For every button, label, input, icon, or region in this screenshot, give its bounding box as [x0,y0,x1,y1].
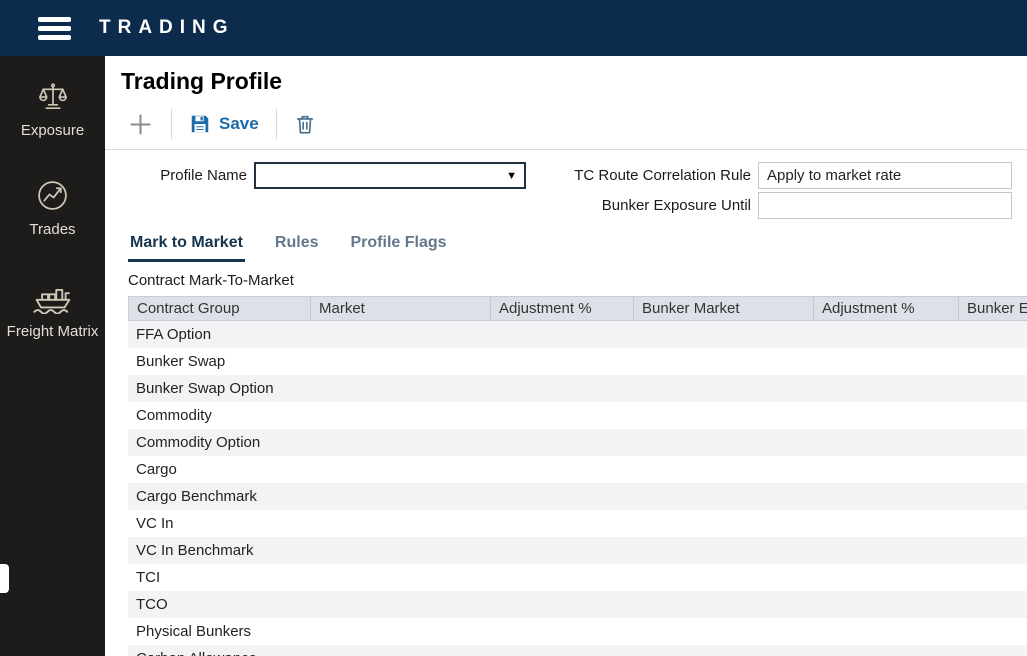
save-button-label: Save [219,114,259,133]
sidebar-item-label: Exposure [20,122,85,139]
tc-route-correlation-input[interactable] [758,162,1012,189]
contract-group-cell: TCI [136,569,161,586]
sidebar-item-freight-matrix[interactable]: Freight Matrix [0,279,105,340]
table-row[interactable]: Commodity [128,402,1027,429]
column-header-bunker-exposure[interactable]: Bunker E [959,297,1027,320]
column-header-bunker-market[interactable]: Bunker Market [634,297,814,320]
chevron-down-icon: ▼ [506,169,517,182]
contract-group-cell: Commodity [136,407,212,424]
column-header-contract-group[interactable]: Contract Group [129,297,311,320]
tab-profile-flags[interactable]: Profile Flags [349,234,449,262]
sidebar: Exposure Trades Freight Matrix [0,56,105,656]
tc-route-correlation-label: TC Route Correlation Rule [574,167,751,184]
table-row[interactable]: Physical Bunkers [128,618,1027,645]
table-row[interactable]: Bunker Swap [128,348,1027,375]
top-bar: TRADING [0,0,1027,56]
column-header-bunker-adjustment-pct[interactable]: Adjustment % [814,297,959,320]
tab-mark-to-market[interactable]: Mark to Market [128,234,245,262]
contract-group-cell: Physical Bunkers [136,623,252,640]
contract-group-cell: FFA Option [136,326,212,343]
contract-group-cell: Cargo Benchmark [136,488,257,505]
table-row[interactable]: Cargo [128,456,1027,483]
contract-group-cell: Commodity Option [136,434,261,451]
sidebar-item-label: Freight Matrix [6,322,99,340]
contract-group-cell: Cargo [136,461,177,478]
contract-group-cell: VC In Benchmark [136,542,254,559]
tab-rules[interactable]: Rules [273,234,321,262]
toolbar-divider [171,109,172,139]
column-header-adjustment-pct[interactable]: Adjustment % [491,297,634,320]
table-row[interactable]: FFA Option [128,321,1027,348]
contract-group-cell: Carbon Allowance [136,650,257,656]
plus-icon [130,113,151,135]
column-header-market[interactable]: Market [311,297,491,320]
table-row[interactable]: Commodity Option [128,429,1027,456]
add-button[interactable] [125,109,156,140]
section-title: Contract Mark-To-Market [128,272,294,289]
contract-group-cell: TCO [136,596,168,613]
sidebar-item-trades[interactable]: Trades [0,179,105,238]
contract-group-cell: VC In [136,515,174,532]
contract-group-cell: Bunker Swap Option [136,380,274,397]
table-row[interactable]: TCO [128,591,1027,618]
table-header-row: Contract Group Market Adjustment % Bunke… [128,296,1027,321]
app-title: TRADING [99,17,235,38]
delete-button[interactable] [292,110,318,138]
trash-icon [296,115,313,134]
page-title: Trading Profile [121,68,283,94]
sidebar-collapse-handle[interactable] [0,564,9,593]
ship-icon [32,288,70,314]
hamburger-menu-icon[interactable] [38,13,71,44]
contract-mtm-table: Contract Group Market Adjustment % Bunke… [128,296,1027,656]
bunker-exposure-until-input[interactable] [758,192,1012,219]
main-content: Trading Profile Save Profile Name ▼ TC R… [105,56,1027,656]
floppy-disk-icon [191,115,209,133]
table-row[interactable]: TCI [128,564,1027,591]
table-row[interactable]: Cargo Benchmark [128,483,1027,510]
table-row[interactable]: VC In Benchmark [128,537,1027,564]
sidebar-item-label: Trades [29,221,76,239]
scales-icon [38,83,67,109]
profile-name-select[interactable]: ▼ [254,162,526,189]
trend-chart-icon [38,181,67,211]
profile-form: Profile Name ▼ TC Route Correlation Rule… [105,162,1012,219]
sidebar-item-exposure[interactable]: Exposure [0,82,105,139]
save-button[interactable]: Save [187,111,261,137]
tab-bar: Mark to Market Rules Profile Flags [128,234,1027,262]
table-row[interactable]: Carbon Allowance [128,645,1027,656]
toolbar: Save [125,107,1027,141]
toolbar-divider-line [105,149,1027,150]
table-body: FFA Option Bunker Swap Bunker Swap Optio… [128,321,1027,656]
profile-name-label: Profile Name [160,167,247,184]
table-row[interactable]: Bunker Swap Option [128,375,1027,402]
toolbar-divider [275,109,277,139]
contract-group-cell: Bunker Swap [136,353,226,370]
bunker-exposure-until-label: Bunker Exposure Until [601,197,751,214]
table-row[interactable]: VC In [128,510,1027,537]
